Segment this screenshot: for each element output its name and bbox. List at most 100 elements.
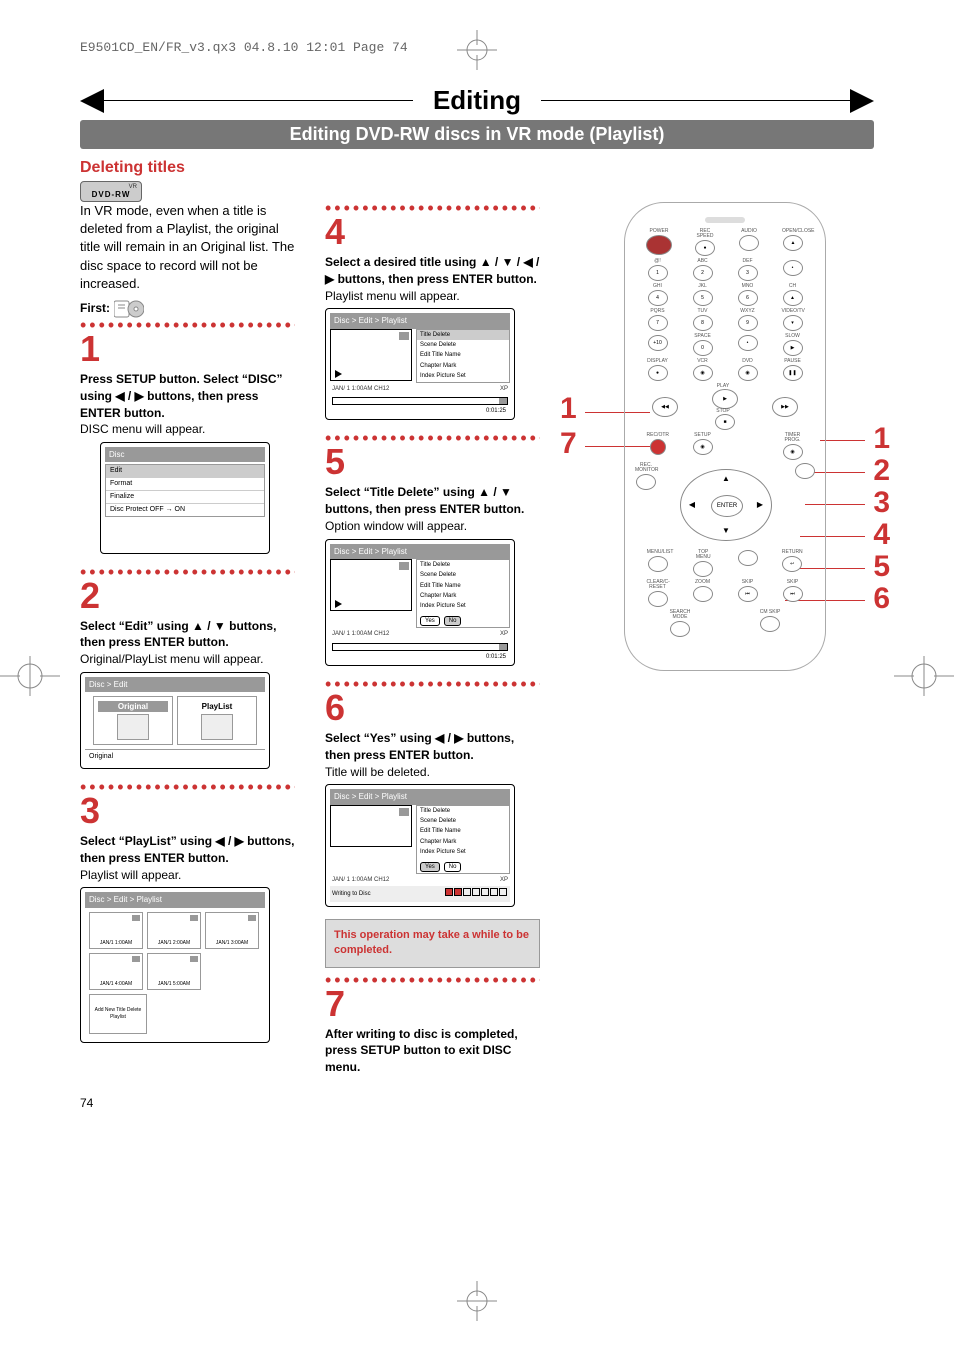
menu-list-button[interactable] xyxy=(648,556,668,572)
menu-item[interactable]: Scene Delete xyxy=(417,340,509,350)
top-menu-button[interactable] xyxy=(693,561,713,577)
pause-button[interactable]: ❚❚ xyxy=(783,365,803,381)
tab-original[interactable]: Original xyxy=(93,696,173,745)
menu-item[interactable]: Edit Title Name xyxy=(417,581,509,591)
yes-no-row: Yes No xyxy=(417,615,509,627)
vcr-button[interactable]: ◉ xyxy=(693,365,713,381)
thumb-icon xyxy=(132,915,140,921)
menu-item[interactable]: Edit Title Name xyxy=(417,350,509,360)
forward-button[interactable]: ▶▶ xyxy=(772,397,798,417)
button[interactable] xyxy=(738,550,758,566)
preview-area: Title Delete Scene Delete Edit Title Nam… xyxy=(330,559,510,628)
menu-item[interactable]: Edit xyxy=(106,465,264,478)
thumbnail-add-new[interactable]: Add New Title Delete Playlist xyxy=(89,994,147,1034)
play-button[interactable]: ▶ xyxy=(712,389,738,409)
menu-item[interactable]: Index Picture Set xyxy=(417,371,509,381)
callout-right-5: 5 xyxy=(873,550,890,584)
menu-item[interactable]: Edit Title Name xyxy=(417,826,509,836)
tab-playlist[interactable]: PlayList xyxy=(177,696,257,745)
down-button[interactable]: ▼ xyxy=(719,526,733,536)
tab-label: PlayList xyxy=(182,701,252,712)
num-4-button[interactable]: 4 xyxy=(648,290,668,306)
thumbnail[interactable]: JAN/1 3:00AM xyxy=(205,912,259,949)
no-button[interactable]: No xyxy=(444,862,462,872)
dot-button[interactable]: • xyxy=(783,260,803,276)
num-1-button[interactable]: 1 xyxy=(648,265,668,281)
clear-button[interactable] xyxy=(648,591,668,607)
intro-text: In VR mode, even when a title is deleted… xyxy=(80,202,295,293)
rec-monitor-button[interactable] xyxy=(636,474,656,490)
screen-footer: Original xyxy=(85,749,265,764)
right-button[interactable]: ▶ xyxy=(753,500,767,510)
video-tv-button[interactable]: ▾ xyxy=(783,315,803,331)
audio-button[interactable] xyxy=(739,235,759,251)
zoom-button[interactable] xyxy=(693,586,713,602)
menu-item[interactable]: Format xyxy=(106,478,264,491)
rec-otr-button[interactable] xyxy=(650,439,666,455)
menu-item[interactable]: Index Picture Set xyxy=(417,601,509,611)
num-7-button[interactable]: 7 xyxy=(648,315,668,331)
left-button[interactable]: ◀ xyxy=(685,500,699,510)
yes-button[interactable]: Yes xyxy=(420,862,440,872)
btn-label: PAUSE xyxy=(782,359,804,364)
screen-header: Disc > Edit > Playlist xyxy=(330,313,510,328)
title-menu-list: Title Delete Scene Delete Edit Title Nam… xyxy=(416,805,510,874)
dvd-rw-vr-badge: VR DVD-RW xyxy=(80,181,142,202)
menu-item[interactable]: Chapter Mark xyxy=(417,837,509,847)
page-title: Editing xyxy=(413,85,541,116)
num-2-button[interactable]: 2 xyxy=(693,265,713,281)
menu-item[interactable]: Chapter Mark xyxy=(417,361,509,371)
subsection-title: Deleting titles xyxy=(80,159,874,177)
cm-skip-button[interactable] xyxy=(760,616,780,632)
remote-row: SEARCH MODE CM SKIP xyxy=(635,610,815,637)
screen-title-menu: Disc > Edit > Playlist Title Delete Scen… xyxy=(325,308,515,420)
num-5-button[interactable]: 5 xyxy=(693,290,713,306)
menu-item[interactable]: Title Delete xyxy=(417,806,509,816)
num-9-button[interactable]: 9 xyxy=(738,315,758,331)
slow-button[interactable]: ▶ xyxy=(783,340,803,356)
menu-item[interactable]: Finalize xyxy=(106,491,264,504)
no-button[interactable]: No xyxy=(444,616,462,626)
display-button[interactable]: ● xyxy=(648,365,668,381)
stop-button[interactable]: ■ xyxy=(715,414,735,430)
content-columns: In VR mode, even when a title is deleted… xyxy=(80,202,874,1076)
menu-item[interactable]: Title Delete xyxy=(417,330,509,340)
enter-button[interactable]: ENTER xyxy=(711,495,743,517)
side-button[interactable] xyxy=(795,463,815,479)
open-close-button[interactable]: ▲ xyxy=(783,235,803,251)
video-preview xyxy=(330,559,412,611)
plus-10-button[interactable]: +10 xyxy=(648,335,668,351)
step-number-4: 4 xyxy=(325,214,540,250)
ch-up-button[interactable]: ▲ xyxy=(783,290,803,306)
banner-line xyxy=(104,100,413,101)
yes-button[interactable]: Yes xyxy=(420,616,440,626)
skip-fwd-button[interactable]: ⏭ xyxy=(783,586,803,602)
thumbnail[interactable]: JAN/1 5:00AM xyxy=(147,953,201,990)
num-8-button[interactable]: 8 xyxy=(693,315,713,331)
dot-button[interactable]: • xyxy=(738,335,758,351)
thumbnail[interactable]: JAN/1 1:00AM xyxy=(89,912,143,949)
thumbnail[interactable]: JAN/1 2:00AM xyxy=(147,912,201,949)
menu-item[interactable]: Disc Protect OFF → ON xyxy=(106,504,264,516)
num-0-button[interactable]: 0 xyxy=(693,340,713,356)
setup-button[interactable]: ◉ xyxy=(693,439,713,455)
num-3-button[interactable]: 3 xyxy=(738,265,758,281)
menu-item[interactable]: Chapter Mark xyxy=(417,591,509,601)
btn-label: DISPLAY xyxy=(647,359,669,364)
thumbnail[interactable]: JAN/1 4:00AM xyxy=(89,953,143,990)
menu-item[interactable]: Title Delete xyxy=(417,560,509,570)
menu-item[interactable]: Index Picture Set xyxy=(417,847,509,857)
menu-item[interactable]: Scene Delete xyxy=(417,816,509,826)
num-6-button[interactable]: 6 xyxy=(738,290,758,306)
dvd-button[interactable]: ◉ xyxy=(738,365,758,381)
rewind-button[interactable]: ◀◀ xyxy=(652,397,678,417)
up-button[interactable]: ▲ xyxy=(719,474,733,484)
menu-item[interactable]: Scene Delete xyxy=(417,570,509,580)
rec-speed-button[interactable]: ● xyxy=(695,240,715,256)
timer-prog-button[interactable]: ◉ xyxy=(783,444,803,460)
search-mode-button[interactable] xyxy=(670,621,690,637)
skip-back-button[interactable]: ⏮ xyxy=(738,586,758,602)
power-button[interactable] xyxy=(646,235,672,255)
return-button[interactable]: ↩ xyxy=(782,556,802,572)
remote-row: REC. MONITOR ▲ ▼ ◀ ▶ ENTER xyxy=(635,463,815,547)
